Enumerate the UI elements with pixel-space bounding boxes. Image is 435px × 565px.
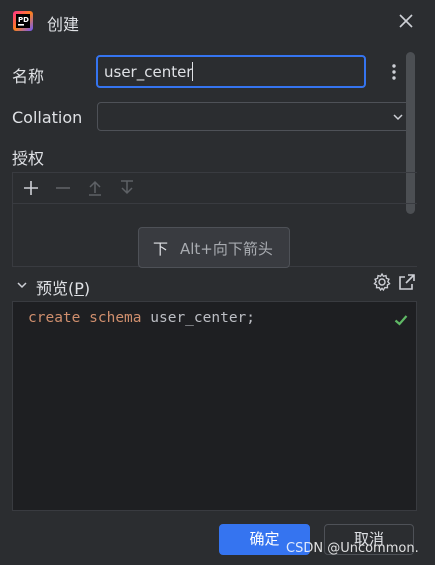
move-down-icon[interactable] xyxy=(117,178,137,198)
chevron-down-icon[interactable] xyxy=(16,279,28,291)
create-schema-dialog: PD 创建 名称 Collation 授权 xyxy=(0,0,435,565)
sql-identifier: user_center; xyxy=(150,310,256,326)
gear-icon[interactable] xyxy=(372,272,392,292)
minus-icon[interactable] xyxy=(53,178,73,198)
chevron-down-icon xyxy=(393,114,403,121)
jetbrains-ide-icon: PD xyxy=(13,11,33,31)
grants-label: 授权 xyxy=(12,149,45,168)
name-label: 名称 xyxy=(12,67,45,86)
preview-header: 预览(P) xyxy=(12,272,417,298)
name-input[interactable] xyxy=(96,55,366,88)
more-options-icon[interactable] xyxy=(385,60,403,84)
grants-toolbar xyxy=(13,173,417,204)
tooltip-shortcut: Alt+向下箭头 xyxy=(180,240,273,258)
plus-icon[interactable] xyxy=(21,178,41,198)
close-icon[interactable] xyxy=(395,10,417,32)
sql-keyword: schema xyxy=(89,310,142,326)
preview-toggle[interactable]: 预览(P) xyxy=(36,275,90,299)
sql-code-line: create schema user_center; xyxy=(28,310,255,326)
sql-keyword: create xyxy=(28,310,81,326)
mnemonic-char: P xyxy=(74,279,84,298)
dialog-title: 创建 xyxy=(47,15,80,34)
collation-select[interactable] xyxy=(97,102,413,131)
shortcut-tooltip: 下 Alt+向下箭头 xyxy=(138,227,290,268)
title-bar: PD 创建 xyxy=(0,0,435,42)
open-in-editor-icon[interactable] xyxy=(397,272,417,292)
svg-text:PD: PD xyxy=(18,16,29,24)
collation-label: Collation xyxy=(12,108,83,127)
text-caret xyxy=(192,62,193,81)
checkmark-icon xyxy=(394,315,408,326)
move-up-icon[interactable] xyxy=(85,178,105,198)
watermark: CSDN @Uncommon. xyxy=(286,541,419,556)
sql-preview-editor[interactable]: create schema user_center; xyxy=(12,301,417,511)
tooltip-title: 下 xyxy=(153,240,169,258)
